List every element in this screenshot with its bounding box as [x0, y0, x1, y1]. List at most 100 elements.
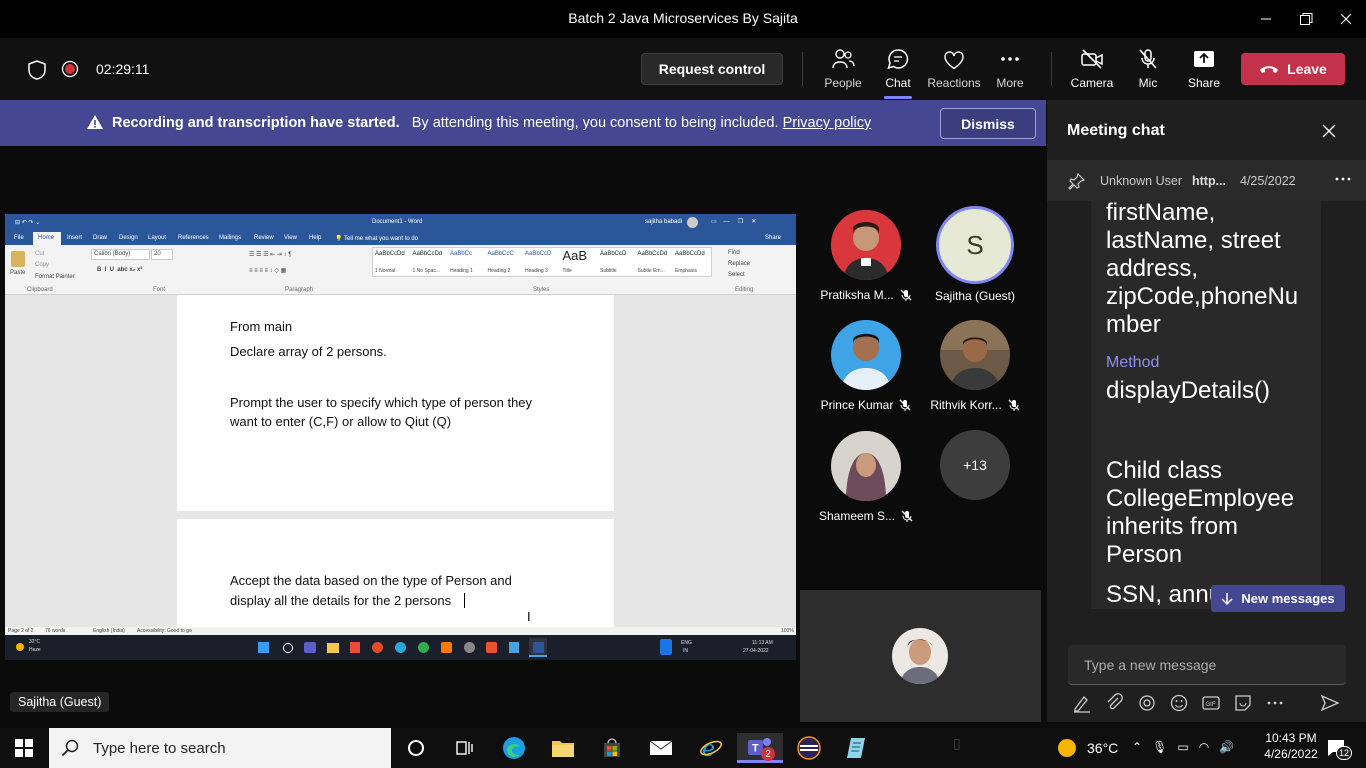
taskbar-internet-explorer[interactable]: e	[688, 733, 734, 763]
word-user-name: sajitha babadi	[645, 219, 683, 225]
minimize-button[interactable]	[1246, 0, 1286, 38]
self-view-tile[interactable]	[800, 590, 1041, 722]
recording-icon	[61, 60, 79, 78]
share-tray-icon	[1194, 51, 1214, 67]
avatar: S	[936, 206, 1014, 284]
paste-label: Paste	[10, 270, 26, 276]
style-sample: AaBbCcDd	[412, 251, 443, 257]
system-tray-icons[interactable]: ⌃ 🎙 ▭ ◠ 🔊	[1132, 740, 1234, 754]
send-button[interactable]	[1320, 693, 1342, 713]
message-input[interactable]	[1068, 645, 1346, 684]
align-buttons: ≡ ≡ ≡ ≡ ↕ ◇ ▦	[249, 268, 287, 274]
taskbar-eclipse[interactable]	[786, 733, 832, 763]
pinned-message-bar[interactable]: Unknown User http... 4/25/2022	[1047, 160, 1366, 201]
close-chat-button[interactable]	[1322, 124, 1336, 138]
word-share-button: Share	[765, 235, 782, 241]
self-avatar	[892, 628, 948, 684]
presenter-name-tag: Sajitha (Guest)	[10, 692, 110, 712]
status-words: 76 words	[45, 628, 66, 634]
weather-widget[interactable]	[1052, 733, 1082, 763]
close-window-button[interactable]	[1326, 0, 1366, 38]
participant-tile[interactable]: Shameem S...	[811, 431, 921, 523]
style-name: Subtle Em...	[637, 268, 665, 274]
privacy-policy-link[interactable]: Privacy policy	[783, 115, 872, 131]
leave-button[interactable]: Leave	[1241, 53, 1345, 85]
more-options-button[interactable]	[1265, 693, 1287, 713]
share-button[interactable]: Share	[1176, 48, 1232, 92]
chat-icon	[887, 49, 909, 70]
taskbar-teams-active[interactable]: T 2	[737, 733, 783, 763]
cut-label: Cut	[35, 251, 45, 257]
svg-text:T: T	[752, 742, 759, 754]
avatar	[831, 320, 901, 390]
style-name: Heading 3	[525, 268, 548, 274]
arrow-down-icon	[1221, 592, 1233, 605]
method-name: displayDetails()	[1106, 377, 1271, 404]
clock-date: 4/26/2022	[1264, 747, 1318, 761]
taskbar-faint-icon: ▯	[953, 735, 961, 751]
dismiss-button[interactable]: Dismiss	[940, 108, 1036, 139]
remote-edge-icon	[395, 642, 406, 653]
reactions-button[interactable]: Reactions	[926, 48, 982, 92]
clock[interactable]: 10:43 PM 4/26/2022	[1256, 731, 1326, 761]
cortana-button[interactable]	[393, 733, 439, 763]
warning-icon	[86, 114, 104, 130]
gif-button[interactable]: GIF	[1201, 693, 1223, 713]
chat-button[interactable]: Chat	[870, 48, 926, 92]
task-view-button[interactable]	[441, 733, 487, 763]
people-button[interactable]: People	[815, 48, 871, 92]
doc-line: Accept the data based on the type of Per…	[230, 573, 512, 588]
loop-button[interactable]	[1137, 693, 1159, 713]
mic-button[interactable]: Mic	[1120, 48, 1176, 92]
emoji-button[interactable]	[1169, 693, 1191, 713]
replace-button: Replace	[728, 261, 751, 267]
new-messages-button[interactable]: New messages	[1211, 585, 1345, 612]
more-button[interactable]: More	[982, 48, 1038, 92]
remote-lang: ENG	[681, 640, 692, 646]
word-tab-layout: Layout	[148, 235, 167, 241]
participant-tile[interactable]: Prince Kumar	[811, 320, 921, 412]
style-name: Heading 1	[450, 268, 473, 274]
taskbar-notes[interactable]	[835, 733, 881, 763]
word-user-avatar	[687, 217, 698, 228]
message-line: CollegeEmployee	[1106, 485, 1295, 512]
notification-center-button[interactable]: 12	[1326, 738, 1353, 760]
group-clipboard: Clipboard	[27, 287, 53, 293]
people-icon	[832, 49, 855, 69]
remote-chrome-icon	[372, 642, 383, 653]
camera-button[interactable]: Camera	[1064, 48, 1120, 92]
pinned-more-button[interactable]	[1335, 174, 1351, 184]
participant-tile[interactable]: Rithvik Korr...	[920, 320, 1030, 412]
search-placeholder: Type here to search	[93, 739, 226, 757]
more-participants-tile[interactable]: +13	[920, 430, 1030, 500]
maximize-button[interactable]	[1286, 0, 1326, 38]
word-tab-view: View	[284, 235, 297, 241]
attach-button[interactable]	[1105, 693, 1127, 713]
mic-muted-icon	[901, 510, 913, 522]
taskbar-mail[interactable]	[638, 733, 684, 763]
font-name-value: Calibri (Body)	[94, 251, 131, 257]
share-label: Share	[1187, 76, 1221, 90]
shared-screen: ⊟ ↶ ↷ ⌄ Document1 - Word sajitha babadi …	[5, 214, 796, 660]
cortana-circle-icon	[408, 740, 424, 756]
compose-box[interactable]	[1068, 645, 1346, 685]
status-zoom: 100%	[781, 628, 794, 634]
taskbar-search[interactable]: Type here to search	[49, 728, 391, 768]
taskbar-edge[interactable]	[491, 733, 537, 763]
format-button[interactable]	[1072, 693, 1094, 713]
taskbar-store[interactable]	[589, 733, 635, 763]
sticker-button[interactable]	[1233, 693, 1255, 713]
taskbar-file-explorer[interactable]	[540, 733, 586, 763]
font-size-value: 20	[154, 251, 161, 257]
participant-tile[interactable]: Pratiksha M...	[811, 210, 921, 302]
mic-muted-icon	[900, 289, 912, 301]
style-sample: AaBbCcD	[600, 251, 627, 257]
more-icon	[1335, 177, 1351, 181]
send-icon	[1320, 694, 1340, 712]
word-status-bar: Page 2 of 2 76 words English (India) Acc…	[5, 627, 796, 635]
participant-tile[interactable]: S Sajitha (Guest)	[920, 206, 1030, 303]
remote-notepad-icon	[509, 642, 519, 653]
request-control-button[interactable]: Request control	[641, 53, 783, 85]
start-button[interactable]	[1, 733, 47, 763]
avatar	[831, 210, 901, 280]
